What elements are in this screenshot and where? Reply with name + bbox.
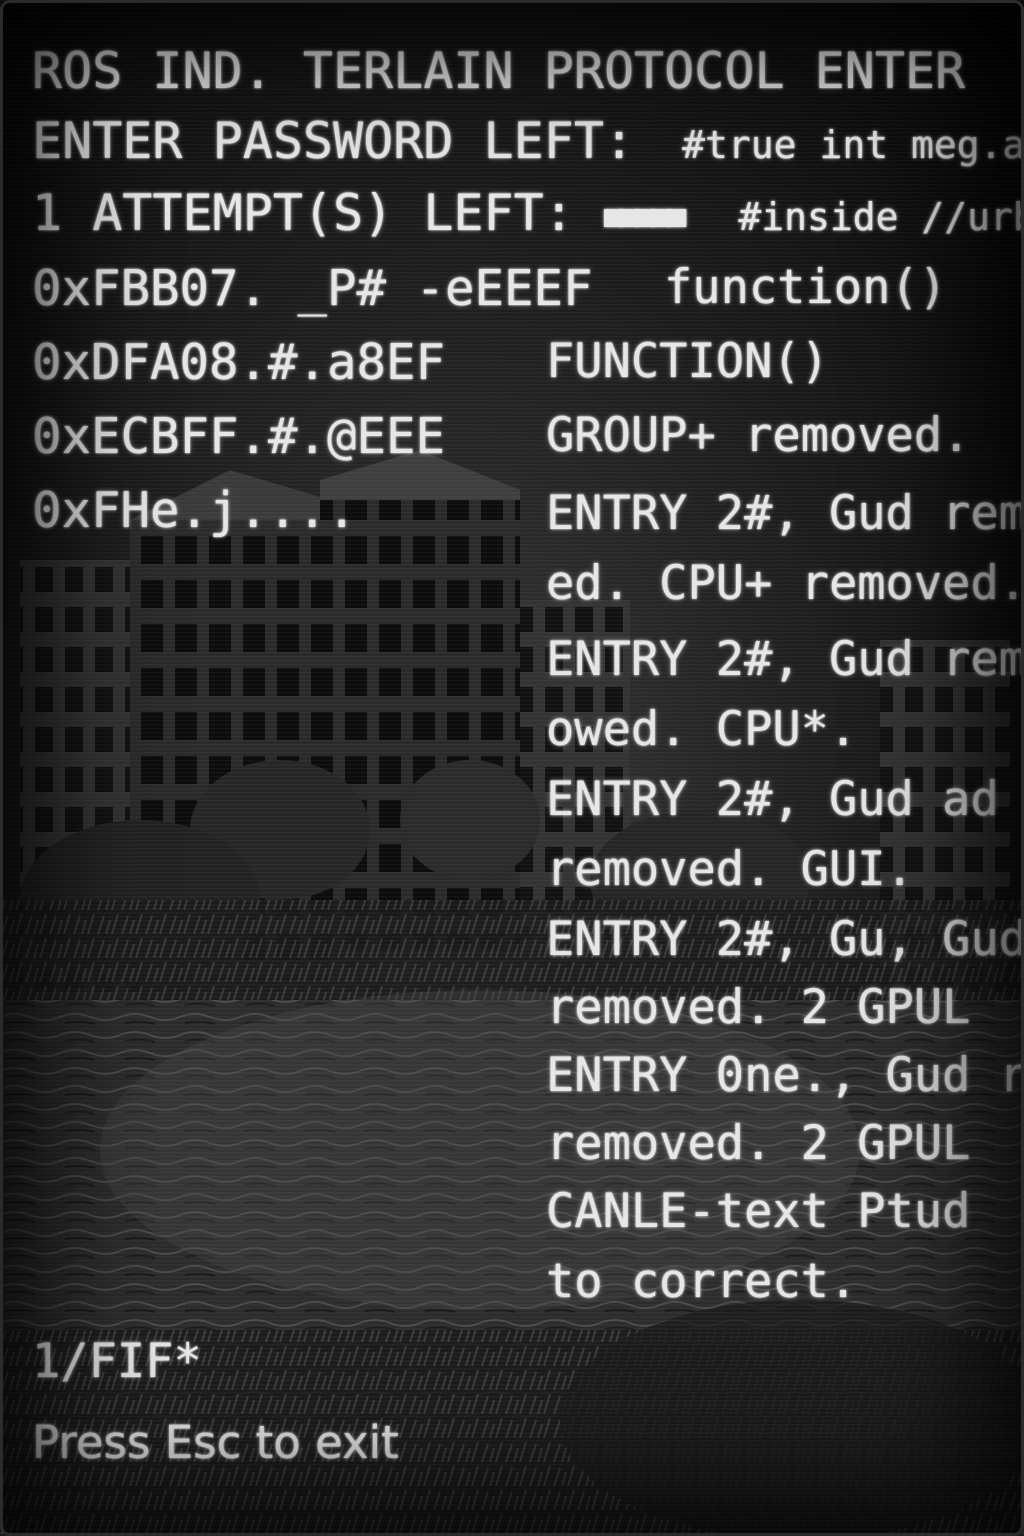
password-note: #true int meg.absu <box>682 123 1024 167</box>
hex-address-row[interactable]: 0xFBB07. _P# -eEEEF <box>32 264 593 313</box>
log-line: removed. 2 GPUL <box>546 1116 971 1171</box>
log-line: ENTRY 0ne., Gud re- <box>546 1048 1024 1103</box>
attempt-blocks-icon: ■■■■■ <box>603 198 686 234</box>
log-line: ed. CPU+ removed. <box>546 556 1024 611</box>
hex-row-text[interactable]: function() <box>664 264 947 311</box>
hex-row-text[interactable]: FUNCTION() <box>546 338 829 385</box>
hex-row-text[interactable]: ENTRY 2#, Gud rem- <box>546 490 1024 537</box>
log-line: CANLE-text Ptud <box>546 1184 971 1239</box>
hex-address-row[interactable]: 0xDFA08.#.a8EF <box>32 338 445 387</box>
log-line: removed. GUI. <box>546 842 914 897</box>
hex-row-text[interactable]: GROUP+ removed. <box>546 412 970 459</box>
input-line[interactable]: 1/FIF* <box>32 1338 202 1385</box>
attempts-row: 1 ATTEMPT(S) LEFT: ■■■■■ #inside //urbou… <box>32 188 1024 238</box>
attempts-note: #inside //urbount <box>738 195 1024 239</box>
hex-address-row[interactable]: 0xECBFF.#.@EEE <box>32 412 445 461</box>
attempts-prompt: 1 ATTEMPT(S) LEFT: <box>32 184 574 242</box>
terminal-screen: ROS IND. TERLAIN PROTOCOL ENTER ENTER PA… <box>0 0 1024 1536</box>
exit-hint: Press Esc to exit <box>32 1416 399 1469</box>
terminal-title: ROS IND. TERLAIN PROTOCOL ENTER <box>32 42 966 100</box>
log-line: owed. CPU*. <box>546 702 858 757</box>
password-prompt-row: ENTER PASSWORD LEFT: #true int meg.absu <box>32 116 1024 166</box>
password-prompt: ENTER PASSWORD LEFT: <box>32 112 635 170</box>
log-line: to correct. <box>546 1254 858 1309</box>
log-line: ENTRY 2#, Gud rem- <box>546 632 1024 687</box>
log-line: ENTRY 2#, Gu, Gud. <box>546 912 1024 967</box>
log-line: removed. 2 GPUL <box>546 980 971 1035</box>
building-center <box>320 480 520 950</box>
hex-address-row[interactable]: 0xFHe.j.... <box>32 486 357 535</box>
log-line: ENTRY 2#, Gud ad <box>546 772 999 827</box>
